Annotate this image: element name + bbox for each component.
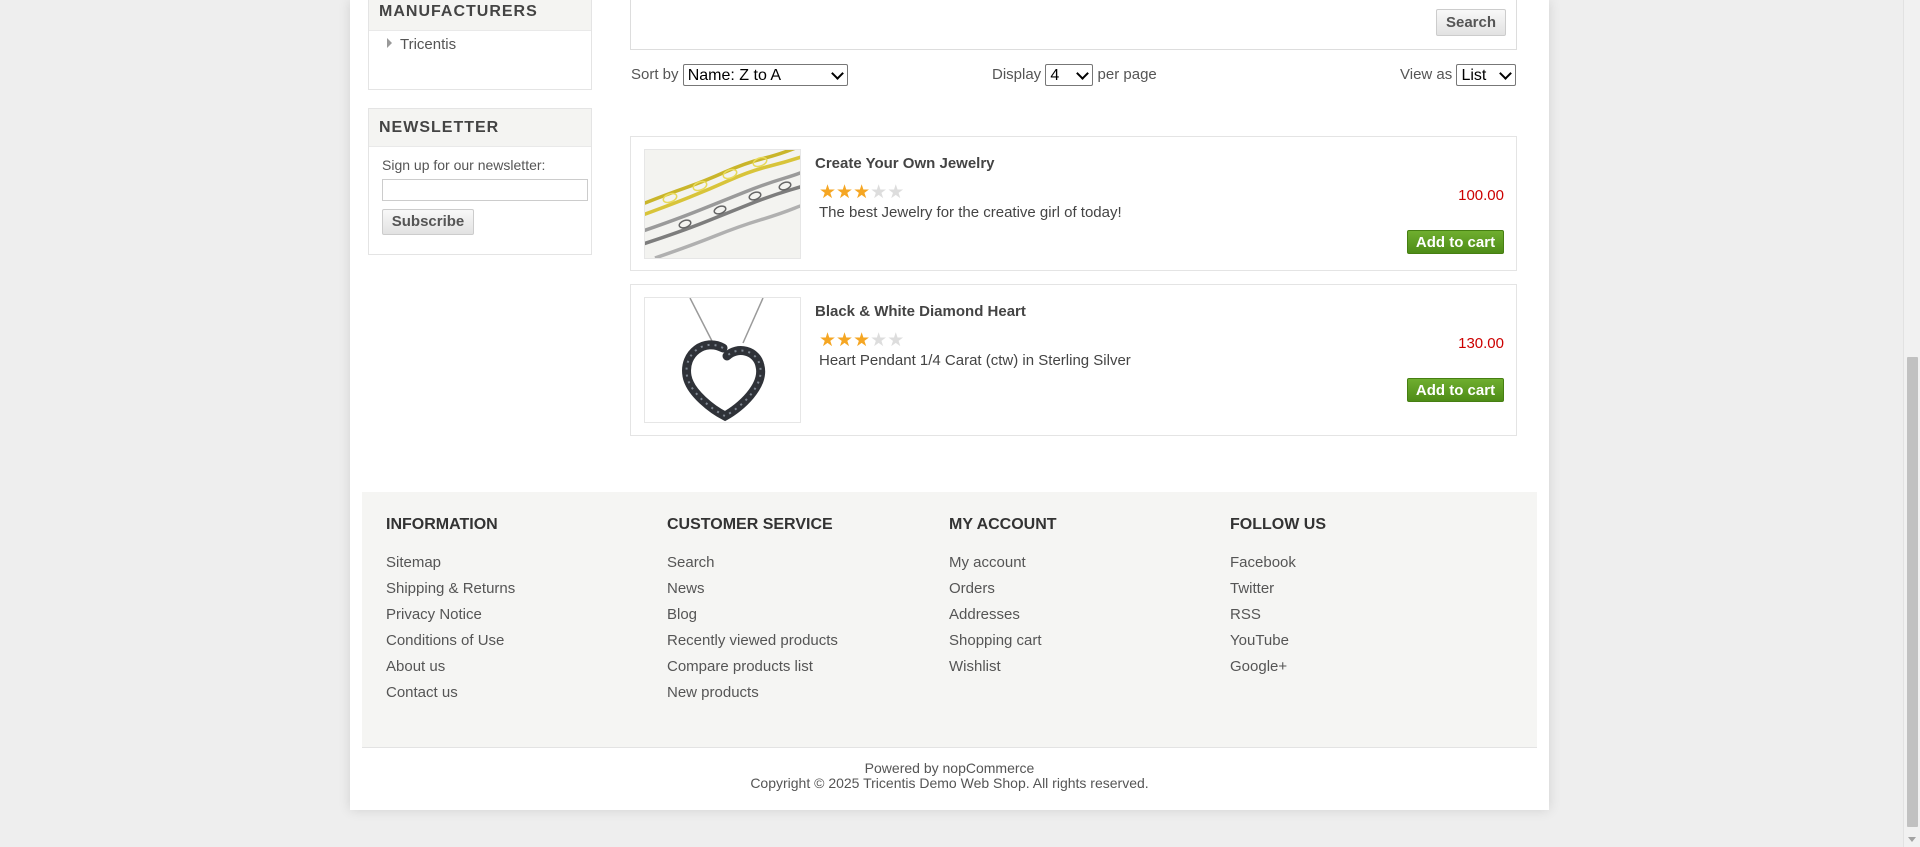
chain-jewelry-image [645, 150, 800, 258]
view-mode-select[interactable]: List [1456, 64, 1517, 86]
footer-link[interactable]: Privacy Notice [386, 606, 515, 632]
sort-by-select[interactable]: Name: Z to A [682, 64, 848, 86]
display-label: Display [992, 65, 1042, 83]
newsletter-title: NEWSLETTER [369, 109, 591, 147]
sort-by-label: Sort by [631, 65, 679, 83]
star-empty-icon: ★ [887, 330, 905, 351]
star-empty-icon: ★ [887, 182, 905, 203]
page-size-control: Display 4 per page [992, 64, 1157, 86]
footer-column-title: CUSTOMER SERVICE [667, 516, 833, 533]
newsletter-label: Sign up for our newsletter: [382, 157, 546, 173]
star-filled-icon: ★ [836, 182, 854, 203]
newsletter-block: NEWSLETTER Sign up for our newsletter: S… [368, 108, 592, 255]
product-price: 130.00 [1458, 335, 1504, 352]
footer-link[interactable]: YouTube [1230, 632, 1326, 658]
product-image-heart[interactable] [644, 297, 801, 423]
product-image-jewelry[interactable] [644, 149, 801, 259]
scrollbar-thumb[interactable] [1907, 357, 1918, 827]
footer-link[interactable]: News [667, 580, 838, 606]
footer-column-title: INFORMATION [386, 516, 498, 533]
footer-link[interactable]: RSS [1230, 606, 1326, 632]
triangle-right-icon [387, 38, 392, 49]
star-filled-icon: ★ [853, 182, 871, 203]
product-description: The best Jewelry for the creative girl o… [819, 204, 1122, 221]
footer-link[interactable]: Search [667, 554, 838, 580]
advanced-search-box: Search [630, 0, 1517, 50]
product-price: 100.00 [1458, 187, 1504, 204]
vertical-scrollbar[interactable] [1903, 0, 1920, 847]
product-title-link[interactable]: Create Your Own Jewelry [815, 155, 995, 172]
footer-link[interactable]: Addresses [949, 606, 1057, 632]
footer-column-information: INFORMATION Sitemap Shipping & Returns P… [386, 516, 515, 710]
page-size-value: 4 [1050, 67, 1060, 84]
footer-link[interactable]: Compare products list [667, 658, 838, 684]
footer-link[interactable]: Orders [949, 580, 1057, 606]
scroll-down-arrow-icon[interactable] [1908, 837, 1916, 842]
product-item: Black & White Diamond Heart ★★★★★ Heart … [630, 284, 1517, 436]
view-mode-value: List [1461, 67, 1487, 84]
footer-link[interactable]: Facebook [1230, 554, 1326, 580]
footer-link[interactable]: Shipping & Returns [386, 580, 515, 606]
manufacturer-link-tricentis[interactable]: Tricentis [387, 36, 456, 53]
footer-column-title: FOLLOW US [1230, 516, 1326, 533]
footer-column-customer-service: CUSTOMER SERVICE Search News Blog Recent… [667, 516, 838, 710]
product-rating-stars: ★★★★★ [819, 329, 904, 352]
manufacturers-block: MANUFACTURERS Tricentis [368, 0, 592, 90]
manufacturer-label: Tricentis [400, 36, 457, 53]
star-filled-icon: ★ [853, 330, 871, 351]
page-container: MANUFACTURERS Tricentis NEWSLETTER Sign … [350, 0, 1549, 810]
copyright-text: Copyright © 2025 Tricentis Demo Web Shop… [750, 775, 1149, 791]
footer-link[interactable]: Twitter [1230, 580, 1326, 606]
view-as-label: View as [1400, 65, 1453, 83]
product-description: Heart Pendant 1/4 Carat (ctw) in Sterlin… [819, 352, 1131, 369]
star-empty-icon: ★ [870, 330, 888, 351]
heart-pendant-image [645, 298, 800, 422]
add-to-cart-button[interactable]: Add to cart [1407, 230, 1504, 254]
footer-link[interactable]: Google+ [1230, 658, 1326, 684]
footer-link[interactable]: My account [949, 554, 1057, 580]
footer-link[interactable]: About us [386, 658, 515, 684]
product-item: Create Your Own Jewelry ★★★★★ The best J… [630, 136, 1517, 271]
manufacturers-title: MANUFACTURERS [369, 0, 591, 31]
footer-column-follow-us: FOLLOW US Facebook Twitter RSS YouTube G… [1230, 516, 1326, 684]
footer-link[interactable]: Blog [667, 606, 838, 632]
add-to-cart-button[interactable]: Add to cart [1407, 378, 1504, 402]
product-title-link[interactable]: Black & White Diamond Heart [815, 303, 1026, 320]
newsletter-email-input[interactable] [382, 179, 588, 201]
footer-link[interactable]: Recently viewed products [667, 632, 838, 658]
sort-by-control: Sort by Name: Z to A [631, 64, 848, 86]
subscribe-button[interactable]: Subscribe [382, 209, 474, 235]
footer-link[interactable]: Conditions of Use [386, 632, 515, 658]
footer-menu: INFORMATION Sitemap Shipping & Returns P… [362, 492, 1537, 748]
star-filled-icon: ★ [819, 330, 837, 351]
powered-by-text: Powered by nopCommerce [350, 760, 1549, 776]
star-filled-icon: ★ [836, 330, 854, 351]
view-mode-control: View as List [1400, 64, 1517, 86]
powered-by-label[interactable]: Powered by nopCommerce [865, 760, 1035, 776]
chevron-down-icon [830, 67, 844, 80]
per-page-label: per page [1097, 65, 1157, 83]
search-button[interactable]: Search [1436, 9, 1506, 36]
sort-by-value: Name: Z to A [687, 67, 782, 84]
footer-link[interactable]: Wishlist [949, 658, 1057, 684]
footer-link[interactable]: New products [667, 684, 838, 710]
footer-link[interactable]: Contact us [386, 684, 515, 710]
footer-link[interactable]: Shopping cart [949, 632, 1057, 658]
product-rating-stars: ★★★★★ [819, 181, 904, 204]
page-size-select[interactable]: 4 [1045, 64, 1094, 86]
chevron-down-icon [1076, 67, 1090, 80]
star-empty-icon: ★ [870, 182, 888, 203]
star-filled-icon: ★ [819, 182, 837, 203]
footer-column-title: MY ACCOUNT [949, 516, 1057, 533]
footer-link[interactable]: Sitemap [386, 554, 515, 580]
footer-column-my-account: MY ACCOUNT My account Orders Addresses S… [949, 516, 1057, 684]
chevron-down-icon [1499, 67, 1513, 80]
